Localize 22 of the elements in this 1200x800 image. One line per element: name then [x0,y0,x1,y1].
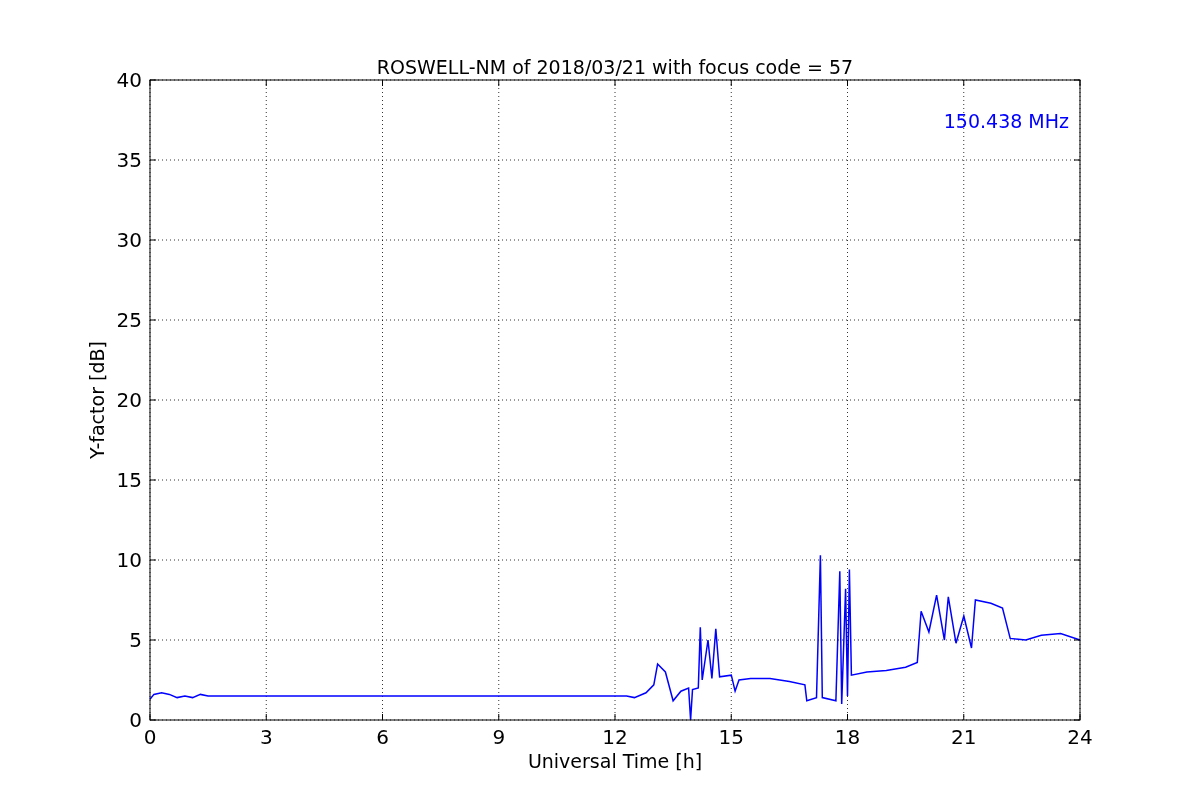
tick-label: 35 [116,148,142,172]
tick-label: 15 [116,468,142,492]
tick-label: 18 [834,725,861,749]
tick-label: 0 [129,708,142,732]
chart-title: ROSWELL-NM of 2018/03/21 with focus code = 57 [376,56,854,78]
tick-label: 30 [116,228,142,252]
tick-label: 10 [116,548,142,572]
tick-label: 9 [492,725,506,749]
annotation-label: 150.438 MHz [943,110,1069,132]
tick-label: 24 [1067,725,1093,749]
tick-label: 12 [602,725,628,749]
tick-label: 0 [143,725,157,749]
tick-label: 20 [116,388,142,412]
tick-label: 40 [116,68,142,92]
tick-label: 15 [718,725,744,749]
y-axis-label: Y-factor [dB] [86,341,108,459]
tick-label: 6 [376,725,389,749]
tick-label: 3 [259,725,273,749]
tick-label: 25 [116,308,142,332]
tick-label: 5 [129,628,142,652]
tick-label: 21 [951,725,977,749]
x-axis-label: Universal Time [h] [527,750,703,772]
